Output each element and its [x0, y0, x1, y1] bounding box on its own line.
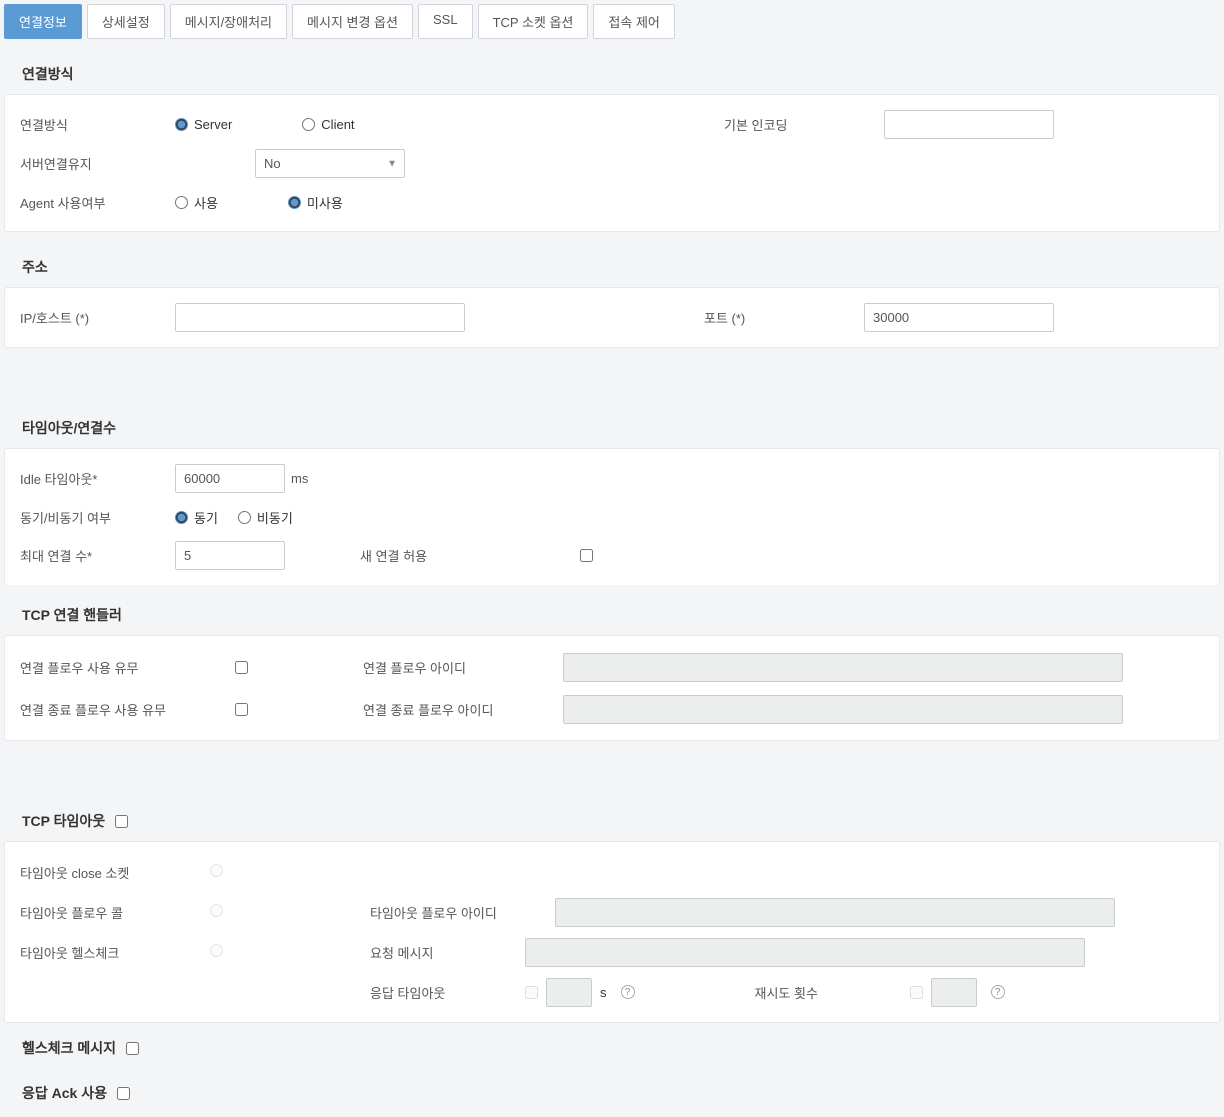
healthcheck-title-text: 헬스체크 메시지: [22, 1038, 116, 1058]
tab-access-control[interactable]: 접속 제어: [593, 4, 674, 39]
label-ip-host: IP/호스트 (*): [20, 308, 175, 327]
radio-async[interactable]: [238, 511, 251, 524]
radio-agent-use[interactable]: [175, 196, 188, 209]
label-port: 포트 (*): [704, 308, 864, 327]
radio-timeout-close-socket[interactable]: [210, 864, 223, 877]
unit-s: s: [600, 985, 607, 1000]
label-conn-flow-use: 연결 플로우 사용 유무: [20, 658, 235, 677]
label-default-encoding: 기본 인코딩: [724, 115, 884, 134]
input-conn-flow-id[interactable]: [563, 653, 1123, 682]
input-retry-count[interactable]: [931, 978, 977, 1007]
unit-ms: ms: [291, 471, 308, 486]
radio-client[interactable]: [302, 118, 315, 131]
label-new-conn-allow: 새 연결 허용: [360, 546, 580, 565]
input-port[interactable]: [864, 303, 1054, 332]
tab-message-convert[interactable]: 메시지 변경 옵션: [292, 4, 413, 39]
radio-sync-label: 동기: [194, 508, 218, 527]
radio-sync[interactable]: [175, 511, 188, 524]
tab-message-error[interactable]: 메시지/장애처리: [170, 4, 287, 39]
label-timeout-healthcheck: 타임아웃 헬스체크: [20, 943, 210, 962]
label-idle-timeout: Idle 타임아웃*: [20, 469, 175, 488]
section-title-response-ack: 응답 Ack 사용: [22, 1083, 1220, 1103]
label-max-connections: 최대 연결 수*: [20, 546, 175, 565]
label-server-keepalive: 서버연결유지: [20, 154, 175, 173]
radio-timeout-healthcheck[interactable]: [210, 944, 223, 957]
checkbox-tcp-timeout-enable[interactable]: [115, 815, 128, 828]
panel-timeout: Idle 타임아웃* ms 동기/비동기 여부 동기 비동기 최대 연결 수* …: [4, 448, 1220, 585]
input-idle-timeout[interactable]: [175, 464, 285, 493]
section-title-tcp-timeout: TCP 타임아웃: [22, 811, 1220, 831]
select-server-keepalive[interactable]: ▼: [255, 149, 405, 178]
label-agent-use: Agent 사용여부: [20, 193, 175, 212]
tcp-timeout-title-text: TCP 타임아웃: [22, 811, 105, 831]
checkbox-conn-flow-use[interactable]: [235, 661, 248, 674]
radio-agent-notuse-label: 미사용: [307, 193, 343, 212]
help-icon[interactable]: ?: [621, 985, 635, 999]
label-sync-async: 동기/비동기 여부: [20, 508, 175, 527]
tab-detail-settings[interactable]: 상세설정: [87, 4, 165, 39]
input-request-message[interactable]: [525, 938, 1085, 967]
label-request-message: 요청 메시지: [370, 943, 525, 962]
section-title-timeout: 타임아웃/연결수: [22, 418, 1220, 438]
section-title-connection-method: 연결방식: [22, 64, 1220, 84]
label-conn-flow-id: 연결 플로우 아이디: [363, 658, 563, 677]
section-title-tcp-handler: TCP 연결 핸들러: [22, 605, 1220, 625]
tabs-container: 연결정보 상세설정 메시지/장애처리 메시지 변경 옵션 SSL TCP 소켓 …: [4, 4, 1220, 39]
panel-address: IP/호스트 (*) 포트 (*): [4, 287, 1220, 348]
checkbox-conn-close-flow-use[interactable]: [235, 703, 248, 716]
checkbox-retry-count[interactable]: [910, 986, 923, 999]
label-response-timeout: 응답 타임아웃: [370, 983, 525, 1002]
checkbox-response-ack-enable[interactable]: [117, 1087, 130, 1100]
checkbox-healthcheck-message-enable[interactable]: [126, 1042, 139, 1055]
label-timeout-flow-id: 타임아웃 플로우 아이디: [370, 903, 555, 922]
input-conn-close-flow-id[interactable]: [563, 695, 1123, 724]
checkbox-new-conn-allow[interactable]: [580, 549, 593, 562]
label-conn-close-flow-id: 연결 종료 플로우 아이디: [363, 700, 563, 719]
help-icon-2[interactable]: ?: [991, 985, 1005, 999]
panel-connection-method: 연결방식 Server Client 기본 인코딩 서버연결유지 ▼ Agent…: [4, 94, 1220, 232]
select-server-keepalive-value[interactable]: [255, 149, 405, 178]
response-ack-title-text: 응답 Ack 사용: [22, 1083, 107, 1103]
radio-timeout-flow-call[interactable]: [210, 904, 223, 917]
radio-client-label: Client: [321, 117, 354, 132]
radio-async-label: 비동기: [257, 508, 293, 527]
tab-connection-info[interactable]: 연결정보: [4, 4, 82, 39]
panel-tcp-handler: 연결 플로우 사용 유무 연결 플로우 아이디 연결 종료 플로우 사용 유무 …: [4, 635, 1220, 741]
radio-server[interactable]: [175, 118, 188, 131]
radio-server-label: Server: [194, 117, 232, 132]
tab-tcp-socket[interactable]: TCP 소켓 옵션: [478, 4, 589, 39]
tab-ssl[interactable]: SSL: [418, 4, 473, 39]
label-connection-method: 연결방식: [20, 115, 175, 134]
input-timeout-flow-id[interactable]: [555, 898, 1115, 927]
section-title-healthcheck-message: 헬스체크 메시지: [22, 1038, 1220, 1058]
input-max-connections[interactable]: [175, 541, 285, 570]
label-timeout-flow-call: 타임아웃 플로우 콜: [20, 903, 210, 922]
label-retry-count: 재시도 횟수: [755, 983, 910, 1002]
checkbox-response-timeout[interactable]: [525, 986, 538, 999]
input-response-timeout[interactable]: [546, 978, 592, 1007]
radio-agent-notuse[interactable]: [288, 196, 301, 209]
input-ip-host[interactable]: [175, 303, 465, 332]
label-conn-close-flow-use: 연결 종료 플로우 사용 유무: [20, 700, 235, 719]
label-timeout-close-socket: 타임아웃 close 소켓: [20, 863, 210, 882]
radio-agent-use-label: 사용: [194, 193, 218, 212]
panel-tcp-timeout: 타임아웃 close 소켓 타임아웃 플로우 콜 타임아웃 플로우 아이디 타임…: [4, 841, 1220, 1023]
section-title-address: 주소: [22, 257, 1220, 277]
input-default-encoding[interactable]: [884, 110, 1054, 139]
